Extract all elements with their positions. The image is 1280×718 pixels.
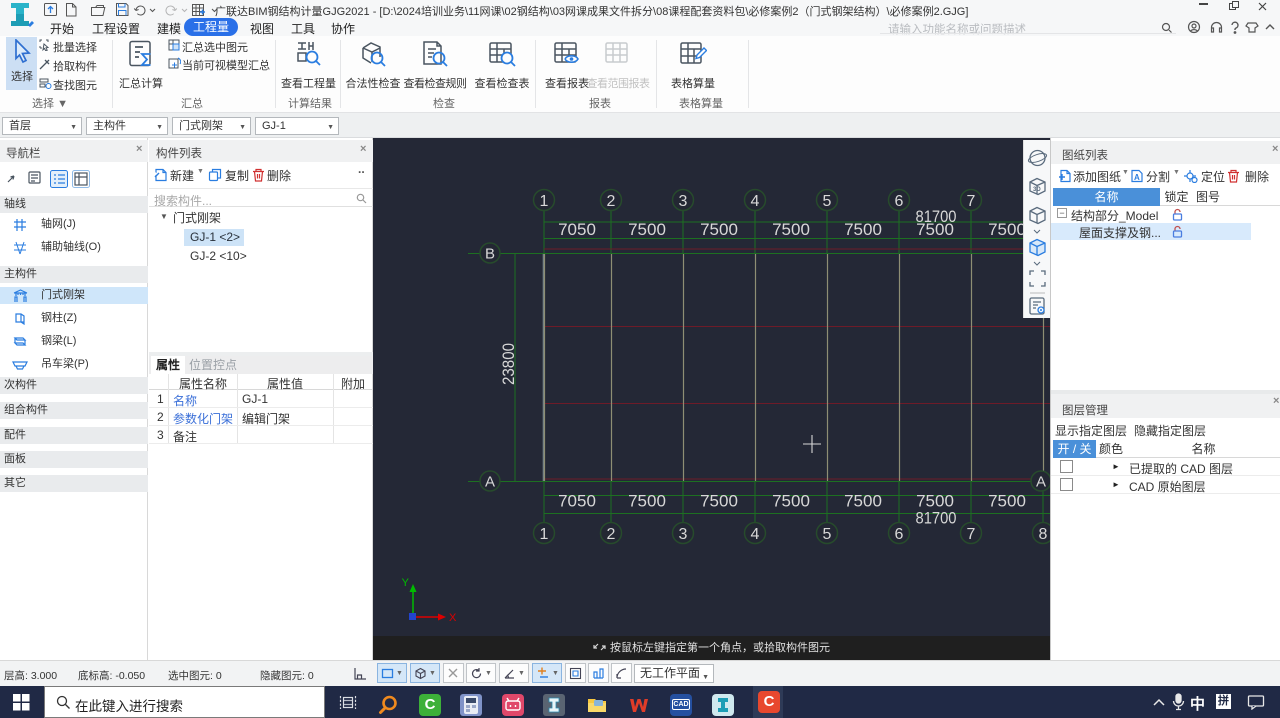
svg-text:23800: 23800 xyxy=(499,343,518,385)
svg-text:5: 5 xyxy=(823,526,832,543)
svg-text:B: B xyxy=(485,246,495,263)
svg-text:A: A xyxy=(1134,173,1140,182)
svg-text:6: 6 xyxy=(895,193,904,210)
svg-text:2: 2 xyxy=(607,193,616,210)
svg-text:7500: 7500 xyxy=(772,492,810,511)
svg-text:1: 1 xyxy=(540,193,549,210)
svg-text:7500: 7500 xyxy=(844,492,882,511)
svg-text:4: 4 xyxy=(751,193,760,210)
svg-text:7500: 7500 xyxy=(700,220,738,239)
svg-text:7500: 7500 xyxy=(700,492,738,511)
svg-text:7: 7 xyxy=(967,526,976,543)
svg-text:7050: 7050 xyxy=(558,220,596,239)
svg-text:5: 5 xyxy=(823,193,832,210)
svg-text:7050: 7050 xyxy=(558,492,596,511)
svg-text:7: 7 xyxy=(967,193,976,210)
svg-text:X: X xyxy=(449,612,457,624)
svg-text:7500: 7500 xyxy=(772,220,810,239)
svg-text:3: 3 xyxy=(679,193,688,210)
svg-text:7500: 7500 xyxy=(844,220,882,239)
svg-text:81700: 81700 xyxy=(916,509,957,528)
svg-text:2: 2 xyxy=(607,526,616,543)
svg-text:7500: 7500 xyxy=(628,220,666,239)
svg-text:6: 6 xyxy=(895,526,904,543)
svg-text:8: 8 xyxy=(1039,526,1048,543)
svg-text:4: 4 xyxy=(751,526,760,543)
svg-text:Y: Y xyxy=(402,577,410,589)
svg-text:A: A xyxy=(485,474,495,491)
svg-text:7500: 7500 xyxy=(628,492,666,511)
svg-text:81700: 81700 xyxy=(916,207,957,226)
svg-text:7500: 7500 xyxy=(988,220,1026,239)
svg-text:1: 1 xyxy=(540,526,549,543)
svg-text:A: A xyxy=(1036,474,1046,491)
svg-text:7500: 7500 xyxy=(988,492,1026,511)
svg-text:3D: 3D xyxy=(1033,187,1041,193)
svg-text:3: 3 xyxy=(679,526,688,543)
